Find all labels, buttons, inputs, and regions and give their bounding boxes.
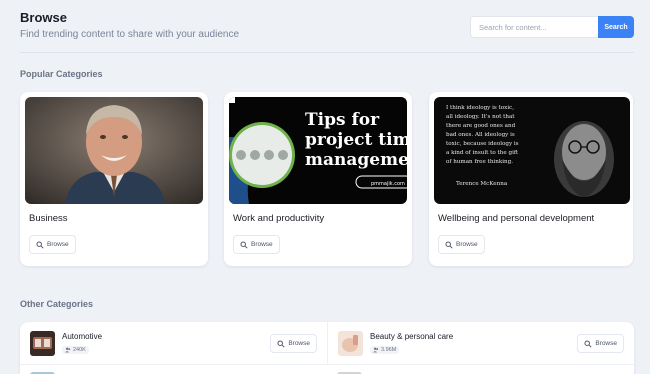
quote-line-2: all ideology. It's not that [446, 114, 515, 120]
image-url: pmmajik.com [371, 181, 405, 187]
list-item-beauty[interactable]: Beauty & personal care 3.96M Browse [327, 322, 634, 364]
browse-label: Browse [456, 241, 478, 248]
browse-button[interactable]: Browse [438, 235, 485, 254]
list-item-automotive[interactable]: Automotive 240K Browse [20, 322, 327, 364]
search-icon [445, 240, 453, 249]
search-icon [277, 339, 285, 348]
popular-categories-list: Business Browse Tips for project time ma… [20, 92, 634, 266]
other-categories-title: Other Categories [20, 299, 94, 309]
quote-line-3: there are good ones and [446, 123, 516, 129]
browse-label: Browse [47, 241, 69, 248]
quote-line-4: bad ones. All ideology is [446, 132, 515, 138]
quote-line-6: a kind of insult to the gift [446, 150, 519, 156]
other-categories-list: Automotive 240K Browse Beauty & personal… [20, 322, 634, 374]
image-headline-2: project time [305, 130, 407, 150]
quote-line-1: I think ideology is toxic, [446, 105, 514, 111]
page-subtitle: Find trending content to share with your… [20, 29, 240, 40]
browse-label: Browse [288, 340, 310, 347]
browse-button[interactable]: Browse [577, 334, 624, 353]
users-icon [373, 347, 379, 353]
follower-count: 3.96M [381, 347, 397, 353]
category-name: Work and productivity [233, 213, 325, 224]
search-input[interactable] [470, 16, 598, 38]
category-thumbnail [338, 331, 363, 356]
category-image-work-productivity: Tips for project time management pmmajik… [229, 97, 407, 204]
category-card-work-productivity[interactable]: Tips for project time management pmmajik… [224, 92, 412, 266]
quote-line-5: toxic, because ideology is [446, 141, 519, 147]
search-icon [240, 240, 248, 249]
page-header: Browse Find trending content to share wi… [20, 10, 634, 54]
category-name: Wellbeing and personal development [438, 213, 595, 224]
users-icon [65, 347, 71, 353]
page-title: Browse [20, 10, 67, 25]
search-bar: Search [470, 16, 634, 38]
category-card-wellbeing[interactable]: I think ideology is toxic, all ideology.… [429, 92, 633, 266]
image-headline-3: management [305, 150, 407, 170]
category-thumbnail [30, 331, 55, 356]
browse-label: Browse [595, 340, 617, 347]
header-divider [20, 52, 634, 53]
follower-count-badge: 240K [62, 346, 89, 354]
row-divider [20, 364, 634, 365]
search-icon [36, 240, 44, 249]
category-name: Business [29, 213, 68, 224]
browse-button[interactable]: Browse [29, 235, 76, 254]
quote-line-7: of human free thinking. [446, 159, 513, 165]
search-icon [584, 339, 592, 348]
quote-author: Terence McKenna [456, 181, 508, 187]
browse-button[interactable]: Browse [233, 235, 280, 254]
category-image-wellbeing: I think ideology is toxic, all ideology.… [434, 97, 630, 204]
browse-label: Browse [251, 241, 273, 248]
category-name: Beauty & personal care [370, 332, 454, 341]
follower-count-badge: 3.96M [370, 346, 400, 354]
follower-count: 240K [73, 347, 86, 353]
browse-button[interactable]: Browse [270, 334, 317, 353]
popular-categories-title: Popular Categories [20, 69, 103, 79]
category-image-business [25, 97, 203, 204]
category-card-business[interactable]: Business Browse [20, 92, 208, 266]
category-name: Automotive [62, 332, 103, 341]
search-button[interactable]: Search [598, 16, 634, 38]
image-headline-1: Tips for [305, 110, 380, 130]
